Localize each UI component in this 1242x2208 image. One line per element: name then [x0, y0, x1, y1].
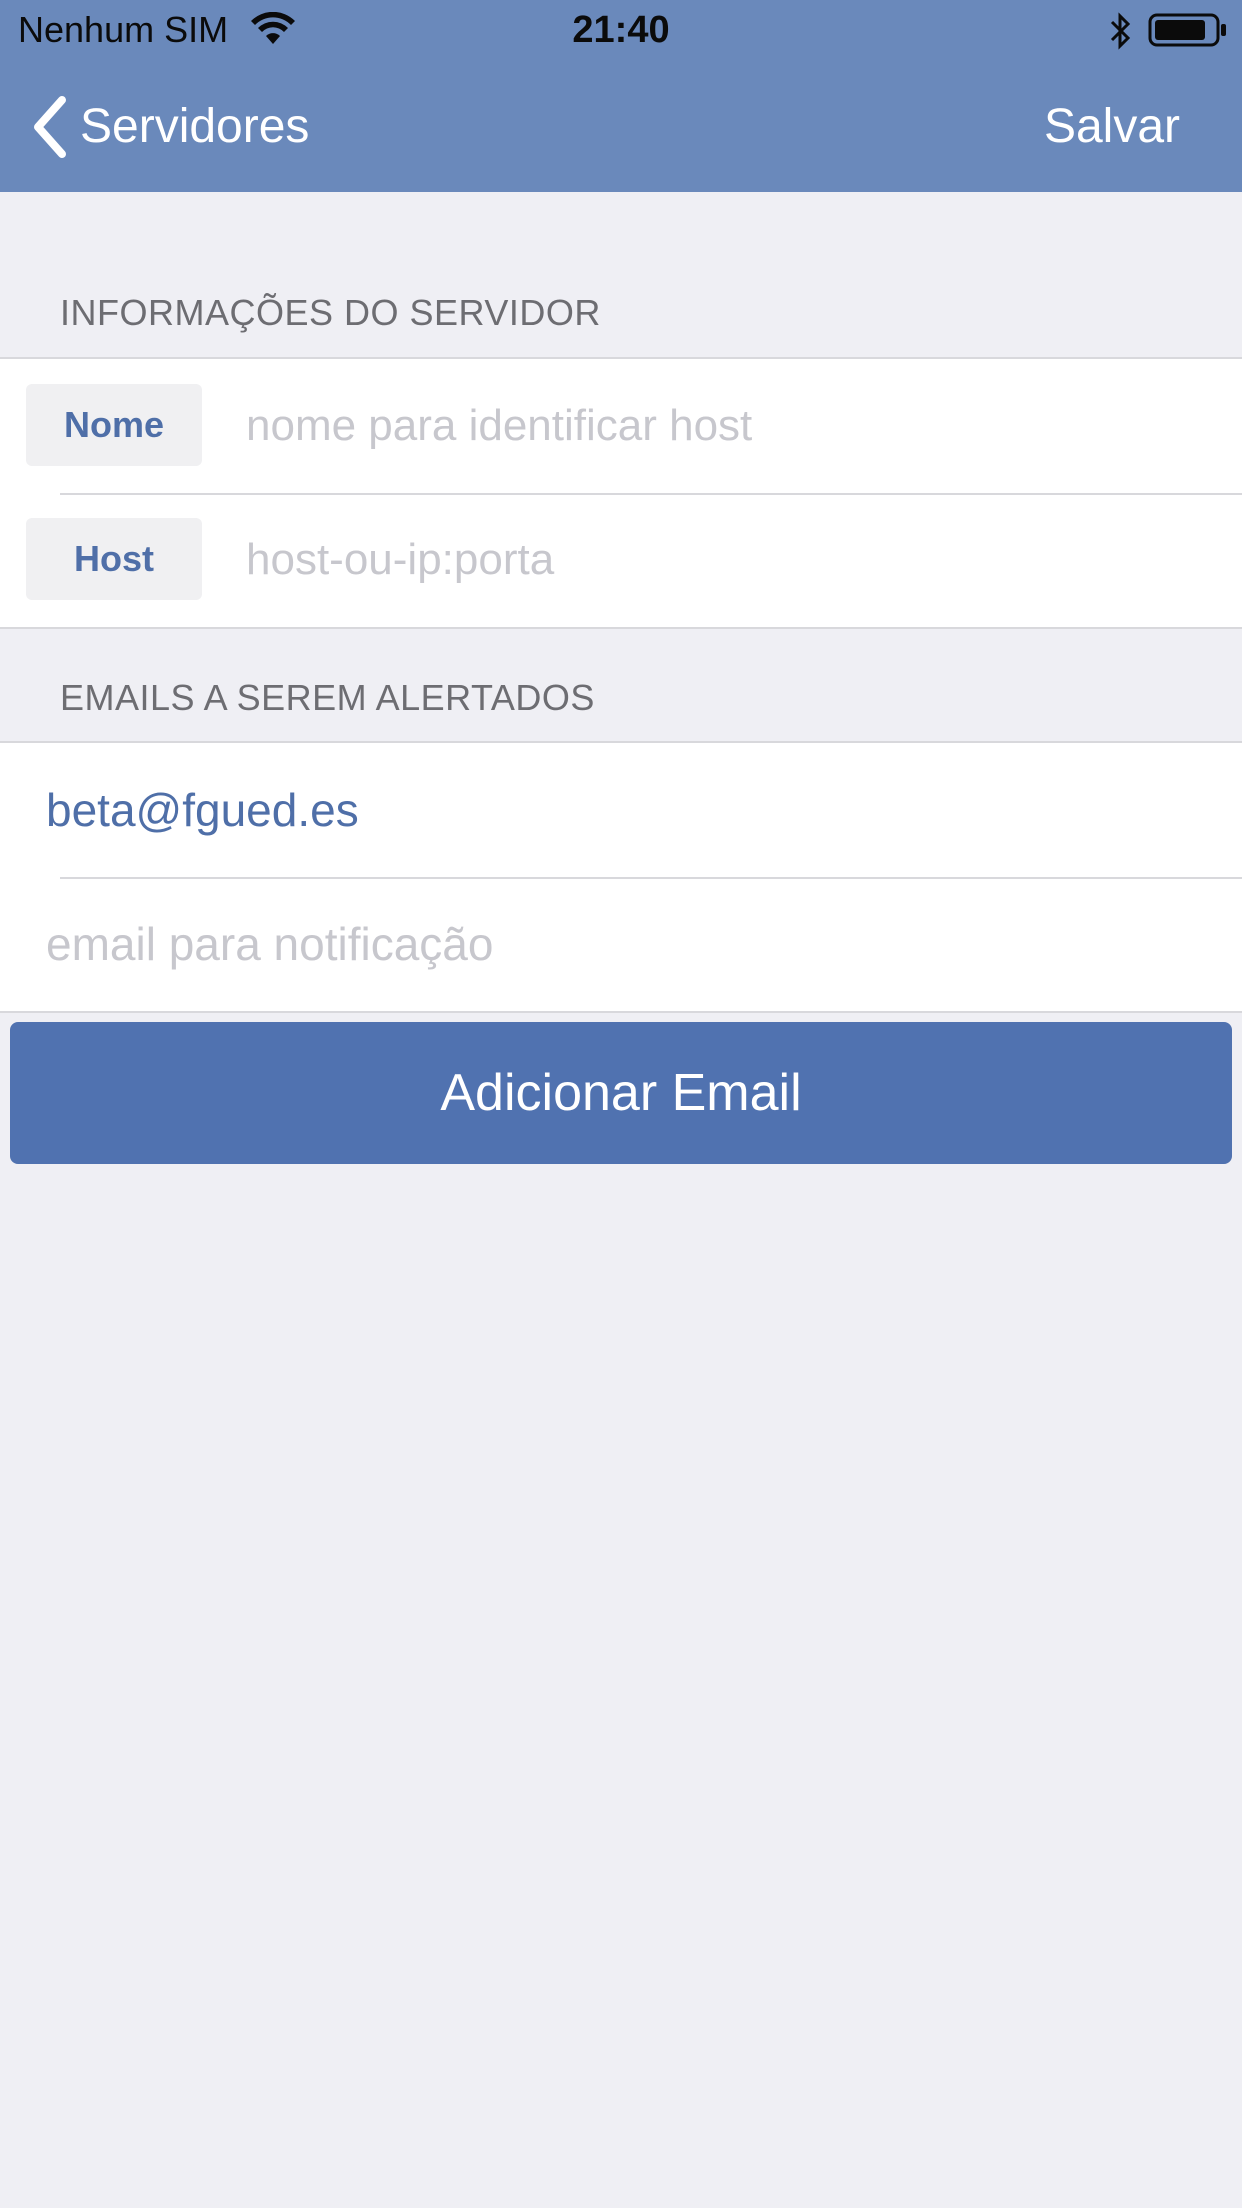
save-button[interactable]: Salvar [1044, 92, 1180, 162]
add-email-button[interactable]: Adicionar Email [10, 1022, 1232, 1164]
status-bar: Nenhum SIM 21:40 [0, 0, 1242, 60]
emails-group: beta@fgued.es email para notificação [0, 741, 1242, 1013]
host-label: Host [26, 518, 202, 600]
chevron-left-icon [34, 96, 66, 158]
emails-section-title: EMAILS A SEREM ALERTADOS [60, 677, 595, 718]
clock: 21:40 [572, 9, 670, 51]
name-row: Nome nome para identificar host [0, 359, 1242, 493]
back-button-label: Servidores [80, 100, 310, 153]
email-value[interactable]: beta@fgued.es [46, 743, 359, 877]
new-email-input[interactable]: email para notificação [46, 877, 493, 1011]
back-button[interactable]: Servidores [30, 92, 309, 162]
email-row[interactable]: beta@fgued.es [0, 743, 1242, 877]
name-input[interactable]: nome para identificar host [246, 359, 1222, 493]
navigation-header: Nenhum SIM 21:40 Servidores Salvar [0, 0, 1242, 192]
bluetooth-icon [1110, 12, 1131, 50]
host-input[interactable]: host-ou-ip:porta [246, 493, 1222, 627]
name-label: Nome [26, 384, 202, 466]
server-section-title: INFORMAÇÕES DO SERVIDOR [60, 292, 601, 333]
server-info-group: Nome nome para identificar host Host hos… [0, 357, 1242, 629]
new-email-row: email para notificação [0, 877, 1242, 1011]
battery-icon [1148, 13, 1226, 47]
host-row: Host host-ou-ip:porta [0, 493, 1242, 627]
